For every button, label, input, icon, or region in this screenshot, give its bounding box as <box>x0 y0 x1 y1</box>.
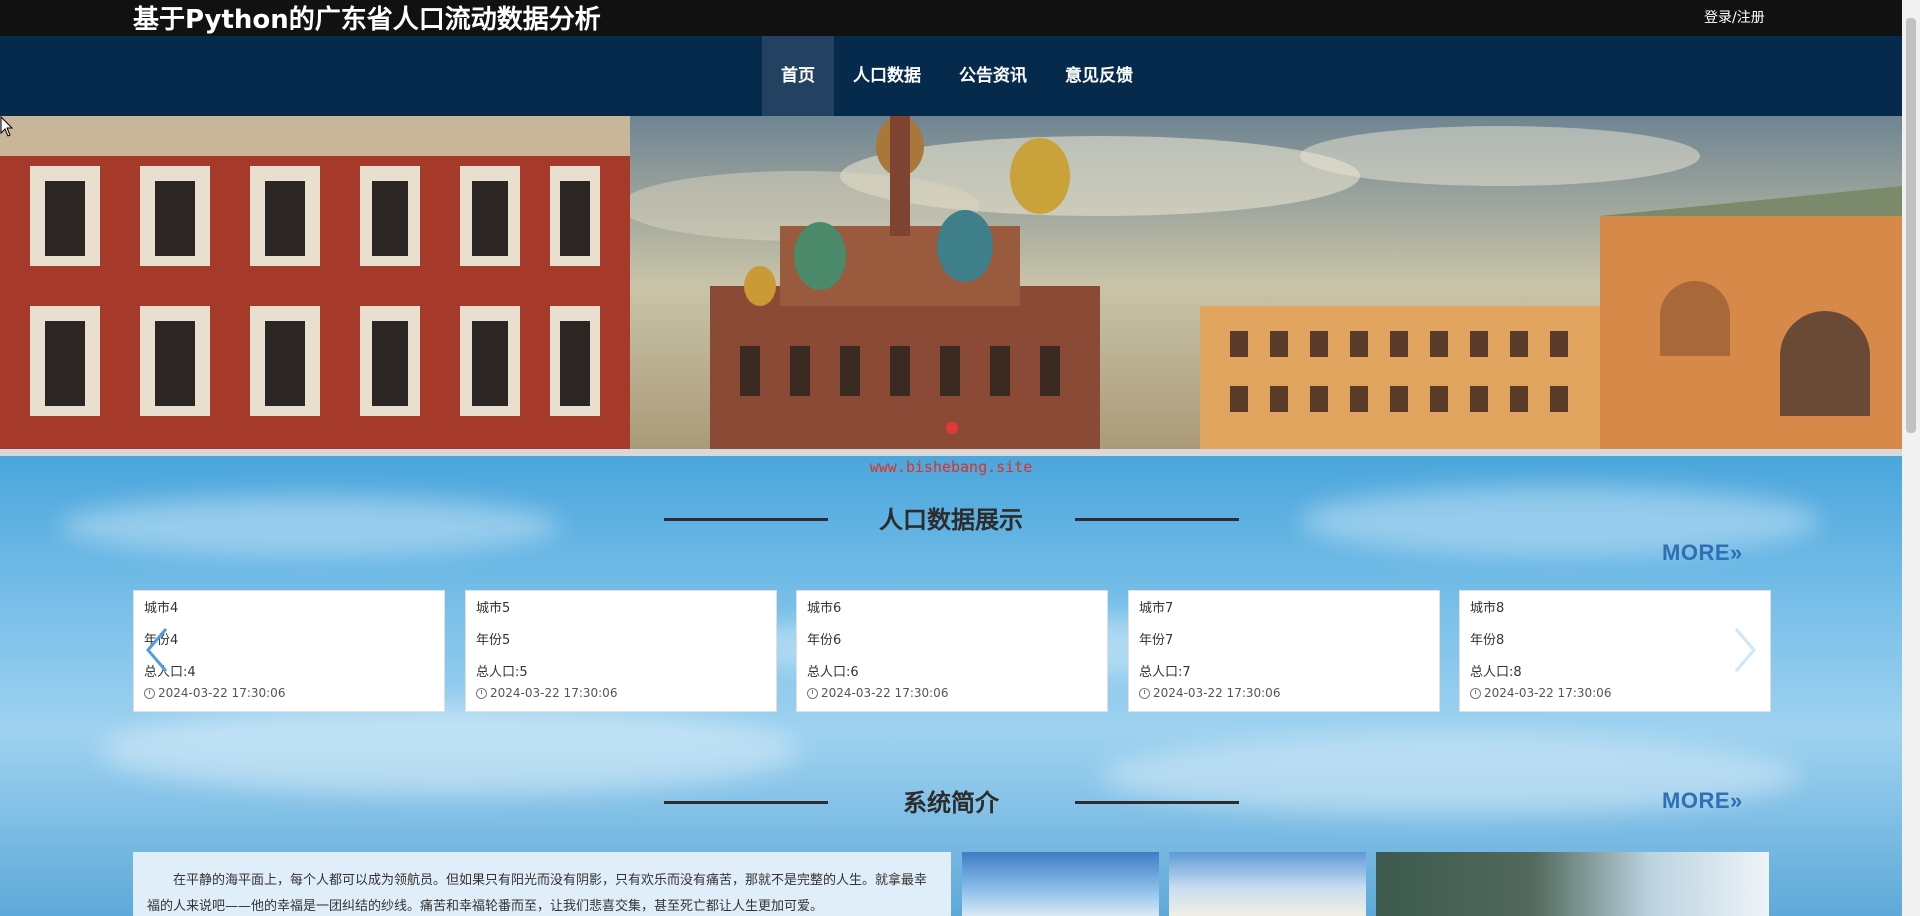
card-city: 城市4 <box>144 601 179 616</box>
intro-text: 在平静的海平面上，每个人都可以成为领航员。但如果只有阳光而没有阴影，只有欢乐而没… <box>133 852 951 916</box>
card-timestamp: 2024-03-22 17:30:06 <box>821 686 949 700</box>
intro-thumbnail[interactable] <box>1376 852 1769 916</box>
intro-more-link[interactable]: MORE» <box>1662 788 1743 814</box>
main-nav: 首页 人口数据 公告资讯 意见反馈 <box>0 36 1902 116</box>
intro-section-title: 系统简介 <box>903 789 999 817</box>
card-total-population: 总人口:4 <box>144 665 196 680</box>
title-divider-right <box>1075 801 1239 804</box>
page: 基于Python的广东省人口流动数据分析 登录/注册 首页 人口数据 公告资讯 … <box>0 0 1902 916</box>
card-year: 年份4 <box>144 633 179 648</box>
scrollbar-thumb[interactable] <box>1906 18 1916 433</box>
watermark-text: www.bishebang.site <box>869 458 1033 476</box>
card-total-population: 总人口:7 <box>1139 665 1191 680</box>
card-timestamp: 2024-03-22 17:30:06 <box>1484 686 1612 700</box>
clock-icon <box>144 687 155 699</box>
nav-item-home[interactable]: 首页 <box>762 36 834 116</box>
card-timestamp: 2024-03-22 17:30:06 <box>1153 686 1281 700</box>
population-card[interactable]: 城市8 年份8 总人口:8 2024-03-22 17:30:06 <box>1459 590 1771 712</box>
card-timestamp: 2024-03-22 17:30:06 <box>490 686 618 700</box>
clock-icon <box>807 687 818 699</box>
carousel-indicator-dot[interactable] <box>946 422 958 434</box>
nav-items: 首页 人口数据 公告资讯 意见反馈 <box>762 36 1152 116</box>
intro-thumbnail[interactable] <box>962 852 1159 916</box>
site-title: 基于Python的广东省人口流动数据分析 <box>133 5 601 35</box>
intro-thumbnail[interactable] <box>1169 852 1366 916</box>
nav-item-population-data[interactable]: 人口数据 <box>834 36 940 116</box>
title-divider-right <box>1075 518 1239 521</box>
card-year: 年份6 <box>807 633 842 648</box>
card-total-population: 总人口:8 <box>1470 665 1522 680</box>
card-city: 城市6 <box>807 601 842 616</box>
banner-image <box>0 116 1902 456</box>
banner-carousel[interactable] <box>0 116 1902 456</box>
population-card[interactable]: 城市4 年份4 总人口:4 2024-03-22 17:30:06 <box>133 590 445 712</box>
population-card[interactable]: 城市5 年份5 总人口:5 2024-03-22 17:30:06 <box>465 590 777 712</box>
card-timestamp: 2024-03-22 17:30:06 <box>158 686 286 700</box>
card-year: 年份7 <box>1139 633 1174 648</box>
card-year: 年份5 <box>476 633 511 648</box>
clock-icon <box>1470 687 1481 699</box>
nav-item-feedback[interactable]: 意见反馈 <box>1046 36 1152 116</box>
carousel-prev-arrow-icon[interactable] <box>142 625 172 675</box>
population-section-title: 人口数据展示 <box>879 506 1023 534</box>
top-bar: 基于Python的广东省人口流动数据分析 登录/注册 <box>0 0 1902 36</box>
carousel-next-arrow-icon[interactable] <box>1730 625 1760 675</box>
card-city: 城市7 <box>1139 601 1174 616</box>
clock-icon <box>1139 687 1150 699</box>
clock-icon <box>476 687 487 699</box>
population-more-link[interactable]: MORE» <box>1662 540 1743 566</box>
page-scrollbar[interactable] <box>1902 0 1920 916</box>
population-card[interactable]: 城市6 年份6 总人口:6 2024-03-22 17:30:06 <box>796 590 1108 712</box>
login-register-link[interactable]: 登录/注册 <box>1704 7 1765 29</box>
card-city: 城市5 <box>476 601 511 616</box>
population-card[interactable]: 城市7 年份7 总人口:7 2024-03-22 17:30:06 <box>1128 590 1440 712</box>
card-city: 城市8 <box>1470 601 1505 616</box>
mouse-cursor-icon <box>0 116 14 137</box>
card-year: 年份8 <box>1470 633 1505 648</box>
card-total-population: 总人口:6 <box>807 665 859 680</box>
card-total-population: 总人口:5 <box>476 665 528 680</box>
nav-item-announcements[interactable]: 公告资讯 <box>940 36 1046 116</box>
